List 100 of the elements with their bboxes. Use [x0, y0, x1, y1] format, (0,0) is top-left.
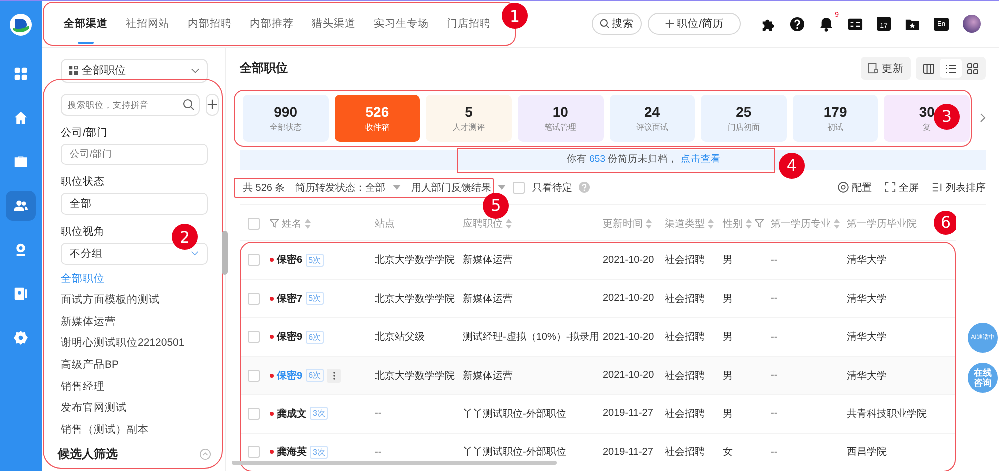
bell-icon[interactable]: [819, 16, 834, 32]
contact-card-icon: [14, 287, 28, 301]
filter-icon[interactable]: [755, 219, 764, 228]
chevron-right-icon[interactable]: [980, 113, 986, 124]
card-count: 25: [736, 104, 752, 120]
toolbar-button[interactable]: 配置: [838, 180, 872, 195]
grid-icon: [967, 62, 979, 75]
position-item[interactable]: 谢明心测试职位22120501: [61, 333, 185, 356]
search-field[interactable]: 搜索职位，支持拼音: [61, 94, 200, 116]
nav-item[interactable]: [6, 191, 36, 221]
table-cell-text: 北京大学数学学院: [375, 254, 456, 268]
document-icon: [868, 63, 879, 74]
table-cell-text: 男: [723, 331, 734, 344]
status-card[interactable]: 25 门店初面: [701, 94, 787, 142]
plus-icon: [665, 19, 676, 29]
help-icon[interactable]: [790, 16, 805, 32]
forward-status-dropdown[interactable]: 简历转发状态：全部: [295, 180, 402, 195]
row-checkbox[interactable]: [248, 254, 260, 266]
feedback-dropdown[interactable]: 用人部门反馈结果: [411, 180, 492, 195]
status-card[interactable]: 10 笔试管理: [518, 94, 604, 142]
table-cell-text: 清华大学: [847, 292, 888, 306]
sort-icon[interactable]: [506, 218, 512, 229]
card-label: 收件箱: [365, 122, 390, 133]
channel-tab[interactable]: 内部推荐: [241, 2, 303, 46]
logo-icon: [9, 13, 33, 37]
card-count: 5: [465, 104, 473, 120]
sort-icon[interactable]: [708, 218, 714, 229]
row-checkbox[interactable]: [248, 292, 260, 305]
checkbox[interactable]: [513, 182, 526, 194]
sort-icon[interactable]: [746, 218, 752, 229]
status-dot: [270, 374, 274, 378]
table-row[interactable]: 保密7 5次 北京大学数学学院 新媒体运营 2021-10-20 社会招聘 男 -- 清华大学: [240, 280, 956, 318]
toolbar-button[interactable]: 全屏: [885, 180, 919, 195]
candidate-name[interactable]: 龚海英: [277, 445, 307, 460]
filter-icon[interactable]: [270, 219, 279, 228]
collapse-handle[interactable]: [222, 231, 228, 275]
collapse-icon[interactable]: [200, 448, 211, 460]
status-card[interactable]: 24 评议面试: [610, 94, 696, 142]
candidate-name[interactable]: 保密9: [277, 330, 303, 344]
row-checkbox[interactable]: [248, 446, 260, 458]
columns-icon: [923, 62, 935, 75]
table-cell-text: 2021-10-20: [603, 293, 656, 304]
status-card[interactable]: 179 初试: [792, 94, 878, 142]
row-checkbox[interactable]: [248, 370, 260, 382]
table-cell-text: 社会招聘: [665, 370, 706, 383]
channel-tab[interactable]: 全部渠道: [55, 2, 117, 46]
channel-tab[interactable]: 内部招聘: [179, 2, 241, 46]
position-item[interactable]: 销售（测试）副本: [61, 420, 149, 442]
more-icon[interactable]: [327, 368, 342, 383]
add-button[interactable]: [206, 94, 219, 116]
position-item[interactable]: 面试方面模板的测试: [61, 290, 160, 312]
table-cell-text: 社会招聘: [665, 254, 706, 268]
status-dot: [270, 450, 274, 454]
search-icon[interactable]: [183, 98, 195, 111]
channel-tab[interactable]: 实习生专场: [365, 2, 438, 46]
candidate-name[interactable]: 保密6: [277, 253, 303, 268]
table-cell-text: 西昌学院: [847, 446, 888, 460]
caret-icon[interactable]: [498, 185, 506, 190]
position-item[interactable]: 发布官网测试: [61, 398, 127, 420]
candidate-name[interactable]: 龚成文: [277, 406, 307, 421]
checkbox-label: 只看待定: [532, 182, 572, 195]
toolbar-button[interactable]: 列表排序: [932, 180, 986, 195]
position-item[interactable]: 高级产品BP: [61, 355, 120, 377]
count-tag: 3次: [310, 407, 328, 420]
table-cell-text: --: [771, 446, 779, 458]
status-card[interactable]: 990 全部状态: [243, 94, 329, 142]
avatar[interactable]: [963, 15, 981, 33]
sort-icon[interactable]: [834, 218, 840, 229]
sort-icon[interactable]: [305, 218, 311, 229]
channel-tab[interactable]: 门店招聘: [438, 2, 500, 46]
table-cell-text: 清华大学: [847, 254, 888, 268]
table-cell-text: 新媒体运营: [463, 292, 514, 306]
select-field[interactable]: 全部: [61, 193, 208, 215]
row-checkbox[interactable]: [248, 331, 260, 344]
checklist-icon[interactable]: [848, 16, 863, 32]
channel-tab[interactable]: 猎头渠道: [303, 2, 365, 46]
refresh-button[interactable]: 更新: [861, 57, 911, 80]
status-card[interactable]: 5 人才测评: [426, 94, 512, 142]
candidate-name[interactable]: 保密7: [277, 292, 303, 306]
count-tag: 6次: [306, 330, 324, 344]
sort-icon[interactable]: [646, 218, 652, 229]
table-cell-text: 女: [723, 446, 734, 460]
row-checkbox[interactable]: [248, 408, 260, 420]
table-cell-text: --: [771, 370, 779, 382]
create-button[interactable]: 职位/简历: [648, 13, 741, 35]
table-cell-text: --: [771, 293, 779, 304]
select-all-checkbox[interactable]: [248, 218, 260, 230]
grid-icon: [69, 66, 78, 76]
view-mode-button[interactable]: [940, 59, 962, 78]
page-title: 全部职位: [240, 60, 289, 78]
position-item[interactable]: 新媒体运营: [61, 312, 116, 334]
channel-tab[interactable]: 社招网站: [117, 2, 179, 46]
search-button[interactable]: 搜索: [592, 13, 642, 35]
table-row[interactable]: 保密6 5次 北京大学数学学院 新媒体运营 2021-10-20 社会招聘 男 -- 清华大学: [240, 242, 956, 280]
table-row[interactable]: 龚成文 3次 -- 丫丫测试职位-外部职位 2019-11-27 社会招聘 男 -- 共青科技职业学院: [240, 395, 956, 434]
position-item[interactable]: 销售经理: [61, 376, 105, 398]
input-field[interactable]: 公司/部门: [61, 144, 208, 166]
scrollbar[interactable]: [232, 461, 557, 465]
table-row[interactable]: 保密9 6次 北京大学数学学院 新媒体运营 2021-10-20 社会招聘 男 -- 清华大学: [240, 356, 956, 396]
scope-select[interactable]: 全部职位: [61, 59, 208, 83]
